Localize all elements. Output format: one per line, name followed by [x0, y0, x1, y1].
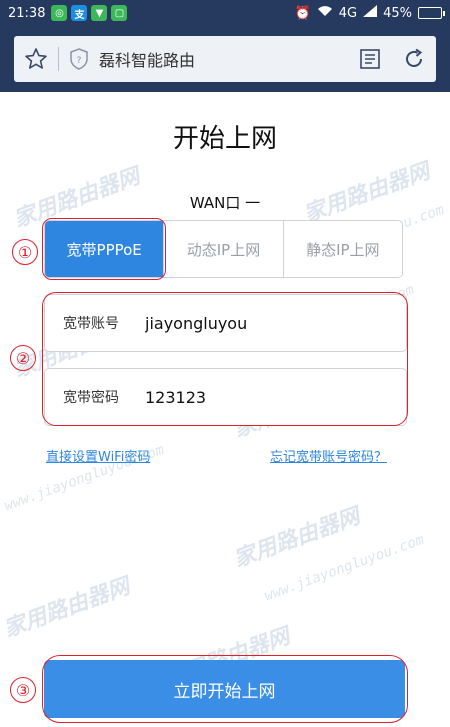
alipay-icon: 支: [71, 5, 88, 21]
address-bar[interactable]: ? 磊科智能路由: [14, 36, 436, 82]
set-wifi-password-link[interactable]: 直接设置WiFi密码: [46, 446, 150, 465]
watermark: 家用路由器网: [230, 503, 364, 573]
bookmark-star-icon[interactable]: [14, 36, 58, 82]
watermark: 家用路由器网: [300, 158, 434, 228]
password-label: 宽带密码: [63, 390, 119, 406]
status-bar: 21:38 ◎ 支 ▼ ▢ ⏰ 4G 45%: [0, 0, 450, 26]
connection-type-tabs: 宽带PPPoE 动态IP上网 静态IP上网: [44, 220, 403, 278]
scan-app-icon: ▢: [111, 5, 128, 21]
account-field[interactable]: 宽带账号: [44, 294, 407, 352]
wan-port-label: WAN口 一: [189, 194, 261, 212]
network-type: 4G: [338, 5, 358, 21]
security-shield-icon[interactable]: ?: [59, 36, 99, 82]
alarm-icon: ⏰: [294, 5, 311, 21]
forgot-credentials-link[interactable]: 忘记宽带账号密码？: [270, 446, 387, 465]
annotation-marker-3: ③: [10, 677, 36, 703]
annotation-marker-1: ①: [12, 239, 38, 265]
status-right: ⏰ 4G 45%: [294, 5, 445, 21]
page-title: 开始上网: [172, 124, 277, 154]
tab-dynamic-ip[interactable]: 动态IP上网: [164, 221, 284, 277]
battery-icon: [418, 7, 445, 19]
start-internet-button[interactable]: 立即开始上网: [44, 660, 405, 718]
password-input[interactable]: [145, 387, 385, 407]
reload-icon[interactable]: [392, 36, 436, 82]
tab-static-ip[interactable]: 静态IP上网: [283, 221, 402, 277]
credentials-form: 宽带账号 宽带密码: [44, 294, 407, 426]
watermark-url: www.jiayongluyou.com: [262, 531, 427, 605]
app-notification-icon: ◎: [51, 5, 68, 21]
svg-text:?: ?: [77, 56, 82, 66]
reader-mode-icon[interactable]: [348, 36, 392, 82]
password-field[interactable]: 宽带密码: [44, 368, 407, 426]
account-label: 宽带账号: [63, 316, 119, 332]
wifi-icon: [317, 5, 333, 21]
annotation-marker-2: ②: [10, 345, 36, 371]
status-time: 21:38: [8, 5, 46, 21]
battery-percent: 45%: [383, 5, 412, 21]
watermark: 家用路由器网: [0, 573, 134, 643]
tab-pppoe[interactable]: 宽带PPPoE: [45, 221, 165, 277]
browser-toolbar: ? 磊科智能路由: [0, 26, 450, 92]
account-input[interactable]: [145, 313, 385, 333]
signal-icon: [363, 5, 378, 21]
shield-app-icon: ▼: [91, 5, 108, 21]
page-url-title[interactable]: 磊科智能路由: [99, 47, 348, 71]
